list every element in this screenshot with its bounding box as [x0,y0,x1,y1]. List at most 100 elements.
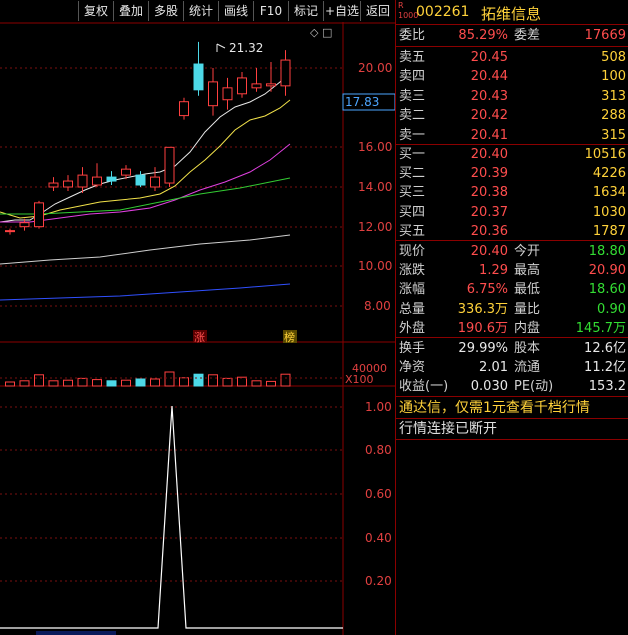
stat-value: 0.90 [597,301,626,317]
buy-volume: 10516 [584,147,626,162]
sell-price: 20.41 [470,127,508,143]
stat-label: 外盘 [399,320,426,336]
finance-row: 净资 2.01 流通 11.2亿 [396,358,628,377]
buy-price: 20.37 [470,204,508,220]
buy-volume: 4226 [592,166,626,182]
divider [396,24,628,25]
divider [396,46,628,47]
volume-bar [121,379,131,387]
candle-body [266,83,276,87]
candle-body [251,83,262,89]
stat-value: 6.75% [466,282,508,298]
price-tick: 12.00 [358,220,392,234]
draw-line-button[interactable]: 画线 [218,1,253,21]
diamond-icon[interactable]: ◇ [310,26,319,39]
buy-level-label: 买二 [399,166,426,182]
multi-stock-button[interactable]: 多股 [148,1,183,21]
sell-price: 20.44 [470,69,508,85]
volume-bar [5,381,15,387]
volume-bar [19,380,30,387]
volume-bar [34,374,44,387]
ma-line-yellow [0,99,291,219]
divider [396,439,628,440]
buy-price: 20.36 [470,223,508,239]
stat-row: 现价 20.40 今开 18.80 [396,242,628,261]
stat-label: 涨幅 [399,282,426,298]
promo-banner[interactable]: 通达信，仅需1元查看千档行情 [396,398,628,418]
sell-price: 20.43 [470,88,508,104]
back-button[interactable]: 返回 [360,1,395,21]
indicator-tick: 0.60 [365,487,392,501]
candle-body [135,174,146,186]
stat-row: 外盘 190.6万 内盘 145.7万 [396,319,628,338]
quote-panel: R 1000 002261 拓维信息 委比 85.29% 委差 17669 卖五… [395,0,628,635]
buy-level-label: 买三 [399,185,426,201]
current-price-label: 17.83 [345,95,379,109]
sell-level-label: 卖三 [399,88,426,104]
sell-volume: 313 [601,88,626,104]
price-tick: 16.00 [358,140,392,154]
buy-volume: 1030 [592,204,626,220]
statistics-button[interactable]: 统计 [183,1,218,21]
stat-value: 18.80 [588,244,626,259]
stat-value: 336.3万 [457,301,508,317]
overlay-button[interactable]: 叠加 [113,1,148,21]
ma-line-gray [0,234,291,265]
limit-up-marker: 涨 [194,331,205,344]
candle-body [92,176,102,186]
candle-body [48,182,59,188]
buy-volume: 1634 [592,185,626,201]
candle-body [150,176,160,188]
finance-value: 11.2亿 [584,360,626,376]
indicator-tick: 1.00 [365,400,392,414]
candle-body [121,168,131,176]
ma-line-blue [0,283,291,301]
volume-bar [179,377,189,387]
candle-body [164,146,175,184]
stat-label: 量比 [514,301,541,317]
buy-order-row: 买四 20.37 1030 [396,203,628,222]
finance-label: PE(动) [514,379,554,395]
finance-label: 换手 [399,341,426,356]
stat-label: 内盘 [514,320,541,336]
candle-body [106,176,117,182]
sell-price: 20.42 [470,108,508,124]
scroll-indicator[interactable] [36,631,116,635]
high-annotation-arrow [216,43,226,49]
sell-volume: 508 [601,50,626,65]
indicator-tick: 0.80 [365,443,392,457]
stat-value: 145.7万 [575,320,626,336]
kline-chart[interactable]: 20.00 16.00 14.00 12.00 10.00 8.00 17.83… [0,22,395,635]
stat-label: 现价 [399,244,426,259]
divider [396,337,628,338]
ranking-marker: 榜 [284,330,295,344]
candle-body [222,87,233,101]
indicator-tick: 0.20 [365,574,392,588]
mark-button[interactable]: 标记 [288,1,323,21]
volume-bar [193,373,204,387]
stat-row: 总量 336.3万 量比 0.90 [396,300,628,319]
buy-volume: 1787 [592,223,626,239]
price-tick: 8.00 [364,299,391,313]
indicator-gridlines [0,406,343,582]
sell-volume: 288 [601,108,626,124]
connection-status: 行情连接已断开 [399,421,497,437]
sell-order-row: 卖二 20.42 288 [396,106,628,125]
adjust-button[interactable]: 复权 [78,1,113,21]
sell-level-label: 卖四 [399,69,426,85]
square-icon[interactable]: □ [322,26,332,39]
stat-row: 涨跌 1.29 最高 20.90 [396,261,628,280]
order-ratio-label: 委比 [399,28,426,43]
volume-bar [164,371,175,387]
finance-value: 2.01 [479,360,508,376]
finance-row: 收益(一) 0.030 PE(动) 153.2 [396,377,628,396]
volume-bar [150,378,160,387]
code-prefix: R [398,1,404,10]
buy-order-row: 买二 20.39 4226 [396,164,628,183]
add-watchlist-button[interactable]: +自选 [323,1,360,21]
price-tick: 10.00 [358,259,392,273]
buy-price: 20.38 [470,185,508,201]
finance-value: 12.6亿 [584,341,626,356]
sell-order-row: 卖四 20.44 100 [396,67,628,86]
f10-button[interactable]: F10 [253,1,288,21]
